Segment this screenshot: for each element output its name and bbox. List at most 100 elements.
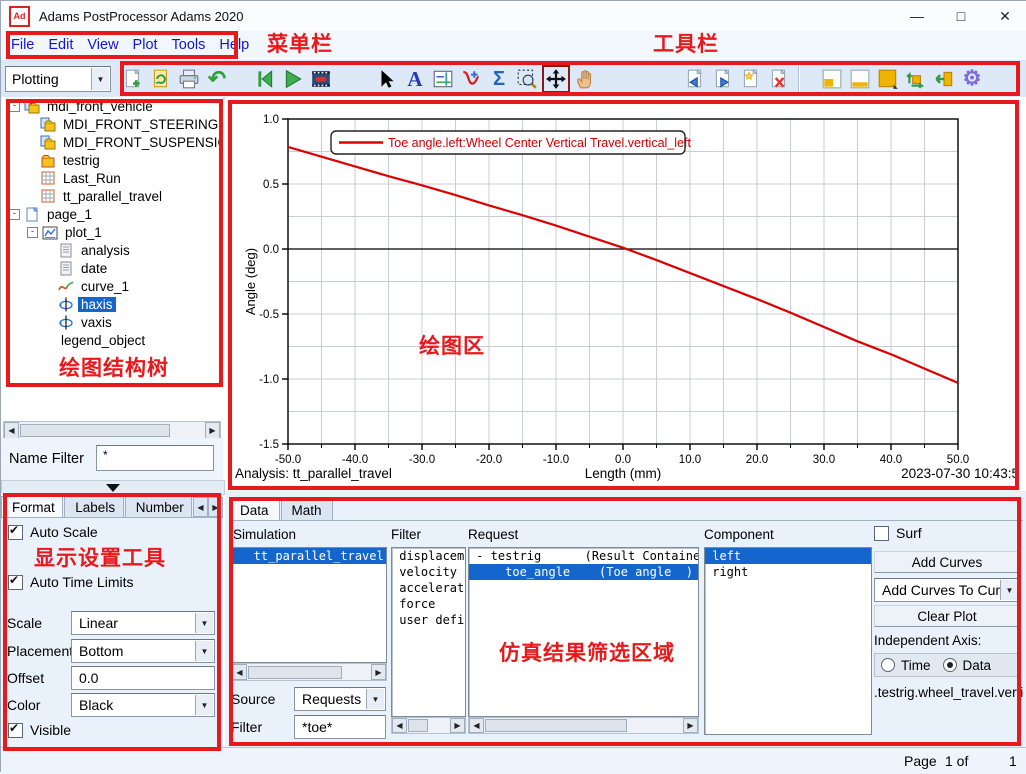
plot-layout-icon[interactable] (430, 66, 456, 92)
request-list[interactable]: - testrig (Result Container toe_angle (T… (468, 547, 699, 717)
list-item[interactable]: toe_angle (Toe angle ) (469, 564, 698, 580)
chevron-down-icon[interactable]: ▼ (1000, 580, 1018, 600)
menu-item-view[interactable]: View (87, 37, 118, 53)
animation-icon[interactable] (308, 66, 334, 92)
tab-scroll-left-icon[interactable]: ◀ (193, 497, 208, 517)
text-icon[interactable]: A (402, 66, 428, 92)
clear-plot-button[interactable]: Clear Plot (874, 605, 1020, 627)
swap-view-icon[interactable] (903, 66, 929, 92)
collapse-icon[interactable]: - (9, 101, 20, 112)
menu-item-tools[interactable]: Tools (172, 37, 206, 53)
chevron-down-icon[interactable]: ▼ (366, 689, 384, 709)
collapse-icon[interactable]: - (27, 227, 38, 238)
chevron-down-icon[interactable]: ▼ (195, 641, 213, 661)
simulation-list[interactable]: tt_parallel_travel (231, 547, 387, 663)
settings-icon[interactable]: ⚙ (959, 66, 985, 92)
list-item[interactable]: displacem (392, 548, 465, 564)
offset-input[interactable]: 0.0 (71, 666, 215, 690)
chevron-down-icon[interactable]: ▼ (195, 695, 213, 715)
maximize-button[interactable]: □ (939, 2, 983, 30)
tree-item-vaxis[interactable]: vaxis (1, 313, 223, 331)
tree-item-mdi_front_suspensic[interactable]: MDI_FRONT_SUSPENSIC (1, 133, 223, 151)
scale-select[interactable]: Linear▼ (71, 611, 215, 635)
skip-start-icon[interactable] (252, 66, 278, 92)
new-page-icon[interactable] (738, 66, 764, 92)
reload-file-icon[interactable] (148, 66, 174, 92)
curve-edit-icon[interactable] (458, 66, 484, 92)
mode-selector[interactable]: Plotting ▼ (5, 66, 111, 92)
close-button[interactable]: ✕ (983, 2, 1026, 30)
surf-checkbox[interactable] (874, 526, 889, 541)
tree-item-plot_1[interactable]: -plot_1 (1, 223, 223, 241)
list-item[interactable]: - testrig (Result Container (469, 548, 698, 564)
tree-item-mdi_front_steering[interactable]: MDI_FRONT_STEERING (1, 115, 223, 133)
tree-item-last_run[interactable]: Last_Run (1, 169, 223, 187)
list-item[interactable]: accelerat (392, 580, 465, 596)
add-mode-select[interactable]: Add Curves To Curren ▼ (874, 578, 1020, 602)
layout-full-icon[interactable] (875, 66, 901, 92)
prev-page-icon[interactable] (682, 66, 708, 92)
previous-view-icon[interactable] (931, 66, 957, 92)
layout-corner-icon[interactable] (819, 66, 845, 92)
filter-list[interactable]: displacem velocity accelerat force user … (391, 547, 466, 717)
move-icon[interactable] (542, 65, 570, 93)
visible-checkbox[interactable] (8, 723, 23, 738)
tab-math[interactable]: Math (281, 499, 333, 520)
tree-item-testrig[interactable]: testrig (1, 151, 223, 169)
zoom-area-icon[interactable] (514, 66, 540, 92)
tab-format[interactable]: Format (1, 496, 63, 517)
tree-item-tt_parallel_travel[interactable]: tt_parallel_travel (1, 187, 223, 205)
simulation-hscrollbar[interactable]: ◀▶ (231, 663, 387, 681)
undo-icon[interactable]: ↶ (204, 66, 230, 92)
chevron-down-icon[interactable]: ▼ (195, 613, 213, 633)
tree-item-curve_1[interactable]: curve_1 (1, 277, 223, 295)
minimize-button[interactable]: — (895, 2, 939, 30)
next-page-icon[interactable] (710, 66, 736, 92)
add-curves-button[interactable]: Add Curves (874, 551, 1020, 573)
list-item[interactable]: force (392, 596, 465, 612)
menu-item-plot[interactable]: Plot (133, 37, 158, 53)
tree-item-analysis[interactable]: analysis (1, 241, 223, 259)
print-icon[interactable] (176, 66, 202, 92)
menu-item-help[interactable]: Help (219, 37, 249, 53)
time-radio[interactable] (881, 658, 895, 672)
select-cursor-icon[interactable] (374, 66, 400, 92)
tree-item-mdi_front_vehicle[interactable]: -mdi_front_vehicle (1, 97, 223, 115)
scroll-right-icon[interactable]: ▶ (205, 422, 220, 439)
play-icon[interactable] (280, 66, 306, 92)
list-item[interactable]: velocity (392, 564, 465, 580)
menu-item-edit[interactable]: Edit (48, 37, 73, 53)
tab-scroll-right-icon[interactable]: ▶ (208, 497, 223, 517)
name-filter-input[interactable]: * (96, 445, 214, 471)
tree-item-page_1[interactable]: -page_1 (1, 205, 223, 223)
list-item[interactable]: left (705, 548, 871, 564)
tab-data[interactable]: Data (229, 499, 280, 520)
auto-scale-checkbox[interactable] (8, 525, 23, 540)
request-hscrollbar[interactable]: ◀▶ (468, 717, 699, 734)
filter-hscrollbar[interactable]: ◀▶ (391, 717, 466, 734)
color-select[interactable]: Black▼ (71, 693, 215, 717)
new-file-icon[interactable] (120, 66, 146, 92)
request-filter-input[interactable]: *toe* (294, 715, 386, 739)
list-item[interactable]: user defi (392, 612, 465, 628)
menu-item-file[interactable]: File (11, 37, 34, 53)
sum-icon[interactable]: Σ (486, 66, 512, 92)
component-list[interactable]: left right (704, 547, 872, 735)
pan-hand-icon[interactable] (572, 66, 598, 92)
auto-time-limits-checkbox[interactable] (8, 575, 23, 590)
plot-area[interactable]: -50.0-40.0-30.0-20.0-10.00.010.020.030.0… (225, 97, 1026, 491)
layout-strip-icon[interactable] (847, 66, 873, 92)
tree-item-date[interactable]: date (1, 259, 223, 277)
collapse-icon[interactable]: - (9, 209, 20, 220)
tree-item-haxis[interactable]: haxis (1, 295, 223, 313)
delete-page-icon[interactable] (766, 66, 792, 92)
tab-number[interactable]: Number (125, 496, 192, 517)
placement-select[interactable]: Bottom▼ (71, 639, 215, 663)
tab-labels[interactable]: Labels (64, 496, 123, 517)
data-radio[interactable] (943, 658, 957, 672)
chevron-down-icon[interactable]: ▼ (91, 68, 109, 90)
scroll-left-icon[interactable]: ◀ (4, 422, 19, 439)
list-item[interactable]: right (705, 564, 871, 580)
source-select[interactable]: Requests ▼ (294, 687, 386, 711)
list-item[interactable]: tt_parallel_travel (232, 548, 386, 564)
